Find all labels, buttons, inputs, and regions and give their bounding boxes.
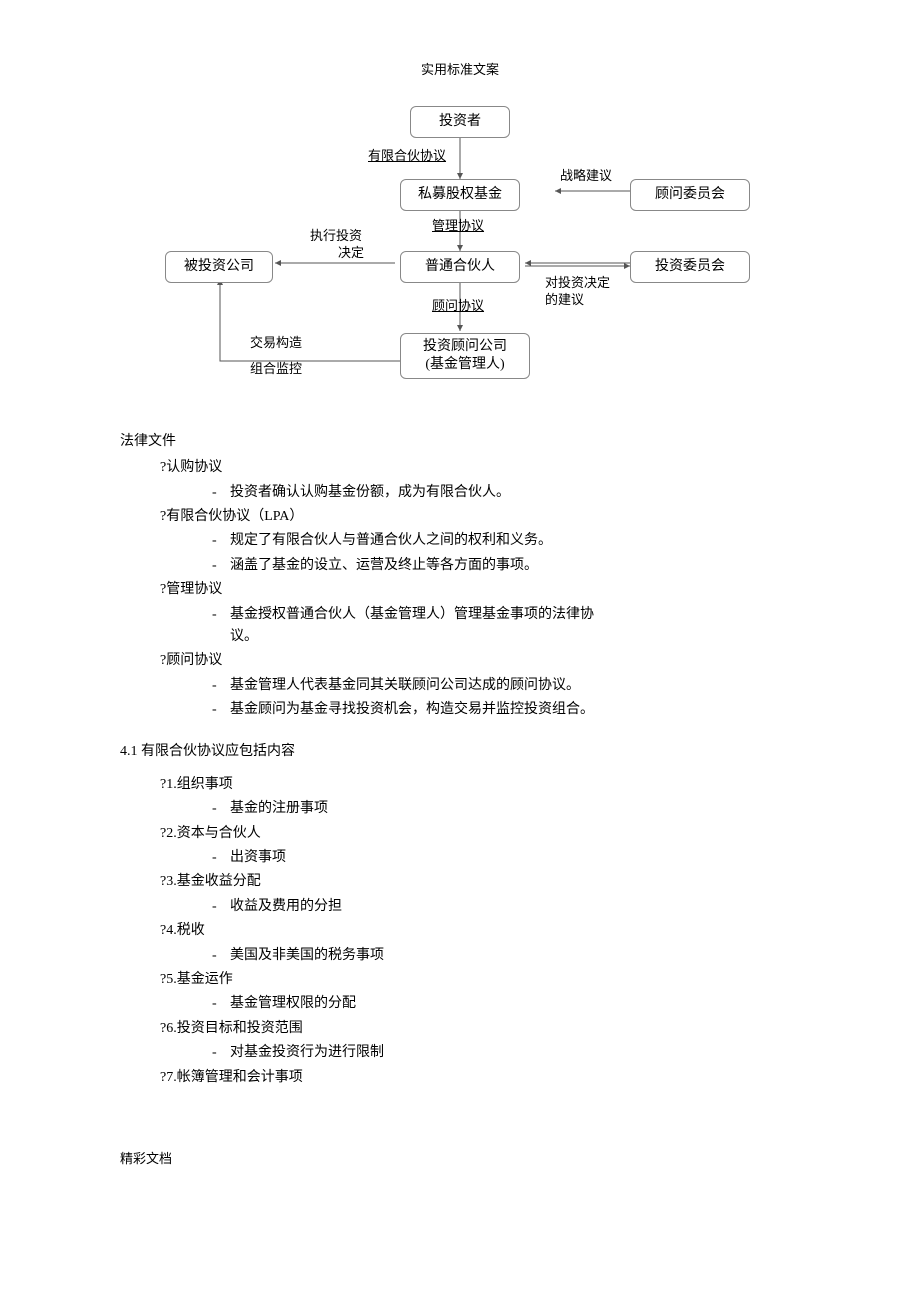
box-label: 私募股权基金 [418, 184, 502, 206]
sub-item: 收益及费用的分担 [230, 896, 800, 918]
box-pe-fund: 私募股权基金 [400, 179, 520, 211]
list-item: 3.基金收益分配 [160, 871, 800, 893]
item-label: 7.帐簿管理和会计事项 [166, 1070, 303, 1085]
box-advisor-co: 投资顾问公司 (基金管理人) [400, 333, 530, 379]
box-inv-committee: 投资委员会 [630, 251, 750, 283]
list-item: 6.投资目标和投资范围 [160, 1018, 800, 1040]
list-item: 有限合伙协议（LPA） [160, 506, 800, 528]
org-diagram: 投资者 私募股权基金 顾问委员会 被投资公司 普通合伙人 投资委员会 投资顾问公… [140, 101, 780, 421]
list-item: 管理协议 [160, 579, 800, 601]
list-item: 1.组织事项 [160, 774, 800, 796]
sub-item: 基金授权普通合伙人（基金管理人）管理基金事项的法律协议。 [230, 604, 610, 649]
item-label: 有限合伙协议（LPA） [166, 509, 303, 524]
edge-lpa: 有限合伙协议 [368, 146, 446, 167]
box-label: 投资者 [439, 111, 481, 133]
list-item: 顾问协议 [160, 650, 800, 672]
sub-item: 基金管理权限的分配 [230, 993, 800, 1015]
item-label: 1.组织事项 [166, 777, 233, 792]
box-label: 被投资公司 [184, 256, 254, 278]
sub-item: 基金顾问为基金寻找投资机会，构造交易并监控投资组合。 [230, 699, 800, 721]
box-label: 投资顾问公司 [423, 338, 507, 356]
sub-item: 投资者确认认购基金份额，成为有限合伙人。 [230, 482, 800, 504]
edge-mgmt: 管理协议 [432, 216, 484, 237]
edge-inv-advice-2: 的建议 [545, 290, 584, 311]
sub-item: 基金的注册事项 [230, 798, 800, 820]
box-advisory-board: 顾问委员会 [630, 179, 750, 211]
item-label: 认购协议 [166, 460, 222, 475]
sub-item: 规定了有限合伙人与普通合伙人之间的权利和义务。 [230, 530, 800, 552]
edge-portfolio-mon: 组合监控 [250, 359, 302, 380]
document-body: 法律文件 认购协议 投资者确认认购基金份额，成为有限合伙人。 有限合伙协议（LP… [120, 431, 800, 1089]
item-label: 4.税收 [166, 923, 205, 938]
item-label: 6.投资目标和投资范围 [166, 1021, 303, 1036]
page-footer: 精彩文档 [120, 1149, 800, 1170]
edge-deal-struct: 交易构造 [250, 333, 302, 354]
list-item: 7.帐簿管理和会计事项 [160, 1067, 800, 1089]
section-4-1-title: 4.1 有限合伙协议应包括内容 [120, 741, 800, 763]
box-invested-co: 被投资公司 [165, 251, 273, 283]
page-header: 实用标准文案 [120, 60, 800, 81]
box-label: 投资委员会 [655, 256, 725, 278]
box-label: 普通合伙人 [425, 256, 495, 278]
sub-item: 出资事项 [230, 847, 800, 869]
item-label: 3.基金收益分配 [166, 874, 261, 889]
list-item: 2.资本与合伙人 [160, 823, 800, 845]
item-label: 5.基金运作 [166, 972, 233, 987]
box-gp: 普通合伙人 [400, 251, 520, 283]
box-investor: 投资者 [410, 106, 510, 138]
edge-strategy: 战略建议 [560, 166, 612, 187]
item-label: 管理协议 [166, 582, 222, 597]
item-label: 顾问协议 [166, 653, 222, 668]
sub-item: 对基金投资行为进行限制 [230, 1042, 800, 1064]
box-label: 顾问委员会 [655, 184, 725, 206]
list-item: 5.基金运作 [160, 969, 800, 991]
list-item: 4.税收 [160, 920, 800, 942]
box-label-sub: (基金管理人) [425, 356, 504, 374]
item-label: 2.资本与合伙人 [166, 826, 261, 841]
legal-docs-title: 法律文件 [120, 431, 800, 453]
sub-item: 基金管理人代表基金同其关联顾问公司达成的顾问协议。 [230, 675, 800, 697]
sub-item: 涵盖了基金的设立、运营及终止等各方面的事项。 [230, 555, 800, 577]
edge-exec-inv-2: 决定 [338, 243, 364, 264]
list-item: 认购协议 [160, 457, 800, 479]
sub-item: 美国及非美国的税务事项 [230, 945, 800, 967]
edge-advisor-agr: 顾问协议 [432, 296, 484, 317]
